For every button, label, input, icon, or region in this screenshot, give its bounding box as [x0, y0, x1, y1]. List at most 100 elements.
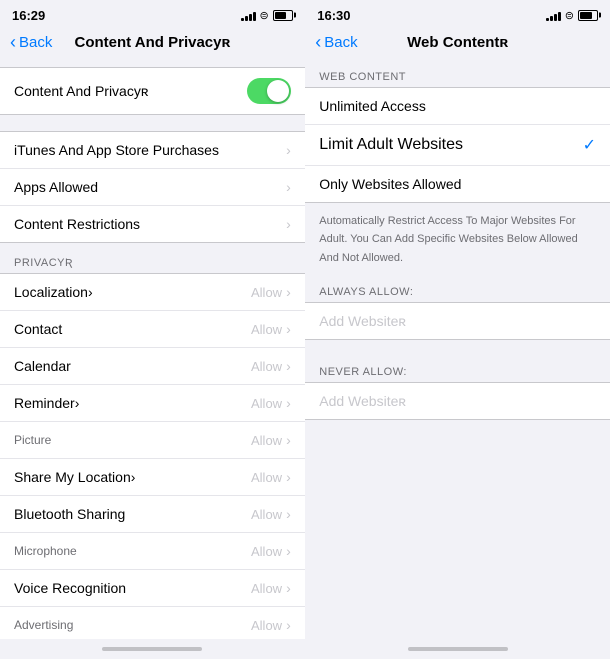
right-status-icons: ⊜ — [546, 9, 598, 22]
add-website-always-text: Add Websiteʀ — [319, 313, 406, 329]
home-indicator — [408, 647, 508, 651]
list-item[interactable]: Content Restrictions › — [0, 206, 305, 242]
content-privacy-toggle-row: Content And Privacyʀ — [0, 67, 305, 115]
right-back-button[interactable]: ‹ Back — [315, 32, 357, 53]
chevron-right-icon: › — [286, 284, 291, 300]
left-back-button[interactable]: ‹ Back — [10, 32, 52, 53]
allow-text: Allow — [251, 285, 282, 300]
chevron-left-icon: ‹ — [10, 32, 16, 53]
never-allow-header: NEVER ALLOW: — [305, 356, 610, 382]
privacy-section-header: PRIVACYʀ — [0, 243, 305, 273]
option-unlimited[interactable]: Unlimited Access — [305, 87, 610, 125]
list-item[interactable]: iTunes And App Store Purchases › — [0, 132, 305, 169]
allow-right: Allow › — [251, 284, 291, 300]
content-restrictions-label: Content Restrictions — [14, 216, 140, 232]
option-limit-adult[interactable]: Limit Adult Websites ✓ — [305, 125, 610, 166]
main-menu-group: iTunes And App Store Purchases › Apps Al… — [0, 131, 305, 243]
unlimited-access-label: Unlimited Access — [319, 98, 426, 114]
allow-text: Allow — [251, 470, 282, 485]
web-content-options: Unlimited Access Limit Adult Websites ✓ … — [305, 87, 610, 203]
allow-text: Allow — [251, 322, 282, 337]
chevron-right-icon: › — [286, 321, 291, 337]
share-location-label: Share My Location› — [14, 469, 135, 485]
chevron-right-icon: › — [286, 506, 291, 522]
description-text: Automatically Restrict Access To Major W… — [319, 215, 577, 264]
list-item[interactable]: Contact Allow › — [0, 311, 305, 348]
list-item[interactable]: Apps Allowed › — [0, 169, 305, 206]
picture-label: Picture — [14, 433, 51, 447]
right-time: 16:30 — [317, 8, 350, 23]
allow-text: Allow — [251, 396, 282, 411]
add-website-always-row[interactable]: Add Websiteʀ — [305, 302, 610, 340]
allow-right: Allow › — [251, 321, 291, 337]
chevron-right-icon: › — [286, 432, 291, 448]
list-item[interactable]: Advertising Allow › — [0, 607, 305, 639]
allow-right: Allow › — [251, 506, 291, 522]
allow-right: Allow › — [251, 395, 291, 411]
chevron-right-icon: › — [286, 469, 291, 485]
allow-right: Allow › — [251, 543, 291, 559]
list-item[interactable]: Bluetooth Sharing Allow › — [0, 496, 305, 533]
localization-label: Localization› — [14, 284, 93, 300]
allow-text: Allow — [251, 581, 282, 596]
content-privacy-toggle[interactable] — [247, 78, 291, 104]
right-panel: 16:30 ⊜ ‹ Back Web Contentʀ WEB CONTENT — [305, 0, 610, 659]
list-item[interactable]: Picture Allow › — [0, 422, 305, 459]
chevron-right-icon: › — [286, 543, 291, 559]
allow-text: Allow — [251, 433, 282, 448]
calendar-label: Calendar — [14, 358, 71, 374]
left-nav-bar: ‹ Back Content And Privacyʀ — [0, 28, 305, 59]
battery-icon — [273, 10, 293, 21]
web-content-header: WEB CONTENT — [305, 59, 610, 87]
bluetooth-label: Bluetooth Sharing — [14, 506, 125, 522]
microphone-label: Microphone — [14, 544, 77, 558]
wifi-icon: ⊜ — [565, 9, 574, 22]
allow-right: Allow › — [251, 358, 291, 374]
list-item[interactable]: Reminder› Allow › — [0, 385, 305, 422]
voice-recognition-label: Voice Recognition — [14, 580, 126, 596]
right-status-bar: 16:30 ⊜ — [305, 0, 610, 28]
left-bottom-bar — [0, 639, 305, 659]
home-indicator — [102, 647, 202, 651]
left-panel-content: Content And Privacyʀ iTunes And App Stor… — [0, 59, 305, 639]
only-websites-label: Only Websites Allowed — [319, 176, 461, 192]
chevron-right-icon: › — [286, 617, 291, 633]
right-bottom-bar — [305, 639, 610, 659]
battery-icon — [578, 10, 598, 21]
allow-text: Allow — [251, 359, 282, 374]
chevron-right-icon: › — [286, 179, 291, 195]
chevron-right-icon: › — [286, 358, 291, 374]
add-website-never-row[interactable]: Add Websiteʀ — [305, 382, 610, 420]
right-nav-title: Web Contentʀ — [407, 34, 508, 51]
left-back-label[interactable]: Back — [19, 34, 52, 51]
chevron-right-icon: › — [286, 580, 291, 596]
allow-text: Allow — [251, 544, 282, 559]
list-item[interactable]: Microphone Allow › — [0, 533, 305, 570]
chevron-left-icon: ‹ — [315, 32, 321, 53]
checkmark-icon: ✓ — [583, 135, 596, 155]
apps-allowed-label: Apps Allowed — [14, 179, 98, 195]
allow-right: Allow › — [251, 432, 291, 448]
right-back-label[interactable]: Back — [324, 34, 357, 51]
list-item[interactable]: Calendar Allow › — [0, 348, 305, 385]
description-box: Automatically Restrict Access To Major W… — [305, 203, 610, 276]
signal-icon — [241, 10, 256, 21]
list-item[interactable]: Localization› Allow › — [0, 274, 305, 311]
left-status-icons: ⊜ — [241, 9, 293, 22]
allow-right: Allow › — [251, 580, 291, 596]
allow-text: Allow — [251, 507, 282, 522]
contact-label: Contact — [14, 321, 62, 337]
left-nav-title: Content And Privacyʀ — [75, 34, 231, 51]
wifi-icon: ⊜ — [260, 9, 269, 22]
right-nav-bar: ‹ Back Web Contentʀ — [305, 28, 610, 59]
limit-adult-label: Limit Adult Websites — [319, 136, 463, 154]
right-panel-content: WEB CONTENT Unlimited Access Limit Adult… — [305, 59, 610, 639]
add-website-never-text: Add Websiteʀ — [319, 393, 406, 409]
chevron-right-icon: › — [286, 142, 291, 158]
toggle-label: Content And Privacyʀ — [14, 83, 148, 99]
allow-right: Allow › — [251, 617, 291, 633]
list-item[interactable]: Voice Recognition Allow › — [0, 570, 305, 607]
list-item[interactable]: Share My Location› Allow › — [0, 459, 305, 496]
left-time: 16:29 — [12, 8, 45, 23]
option-only-allowed[interactable]: Only Websites Allowed — [305, 166, 610, 203]
